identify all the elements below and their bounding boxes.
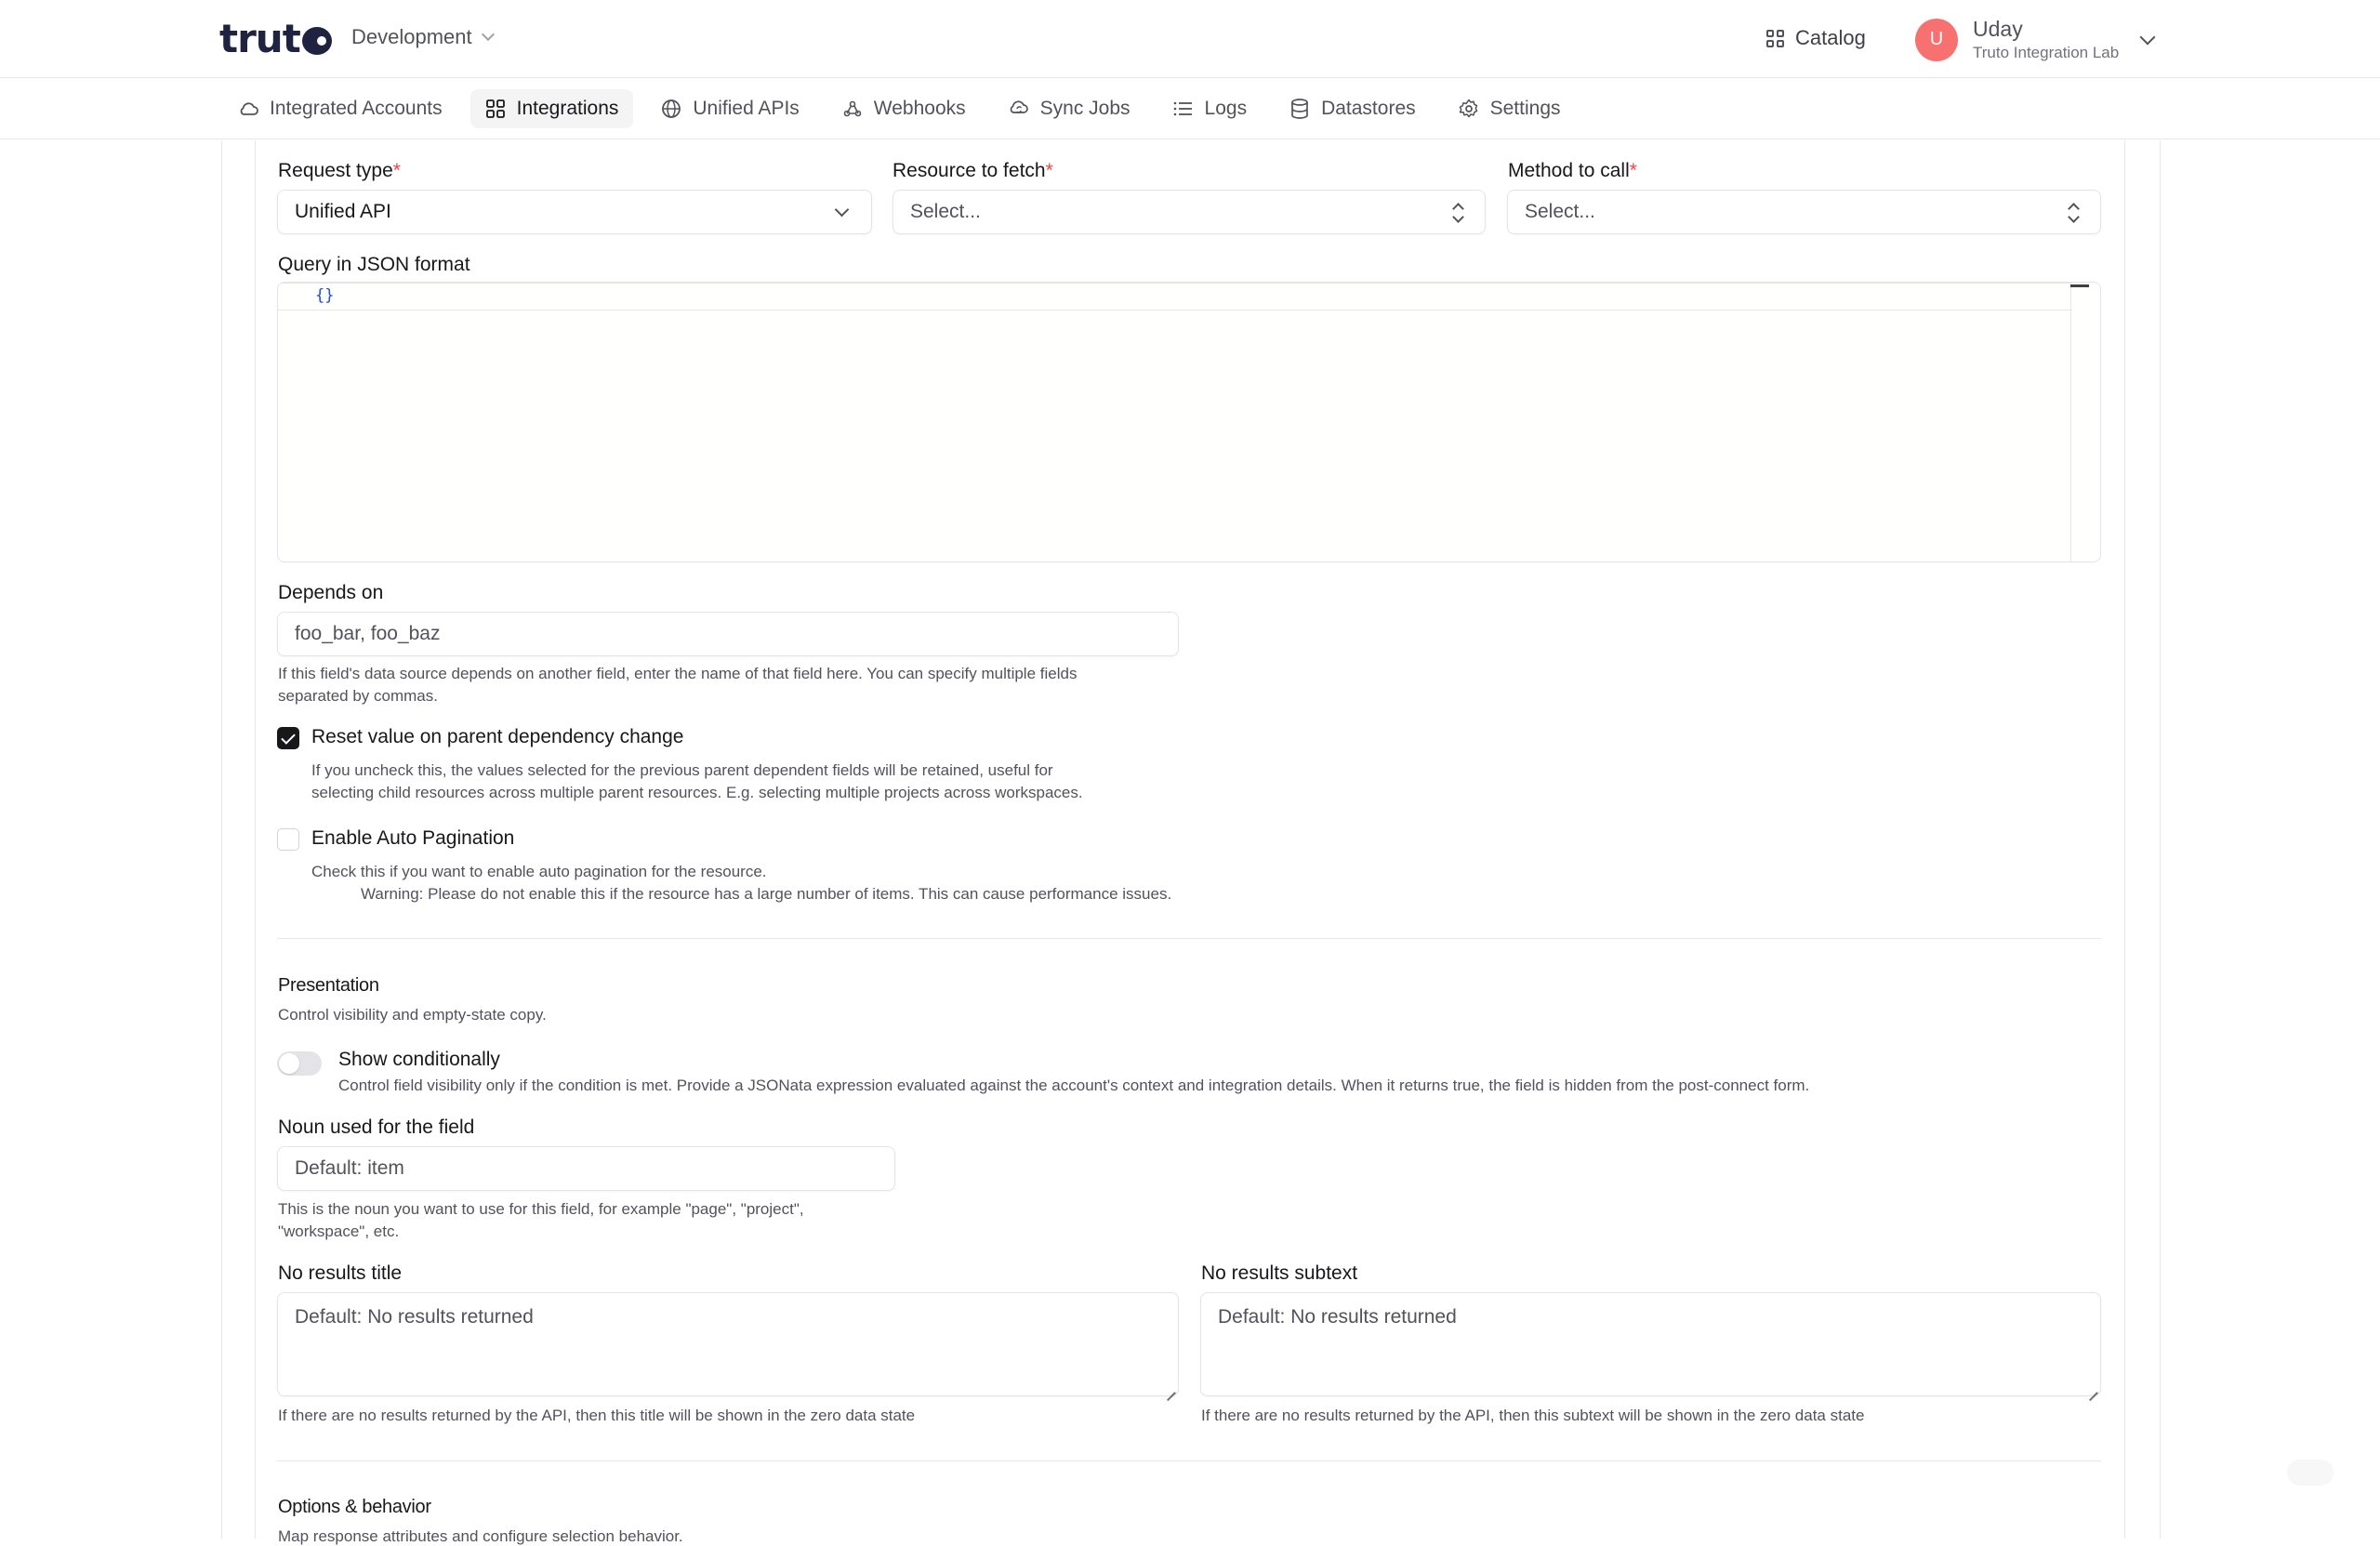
nav-item-label: Integrated Accounts: [270, 98, 443, 119]
show-conditionally-toggle[interactable]: [277, 1051, 322, 1076]
noun-input[interactable]: Default: item: [277, 1146, 895, 1191]
logo-text: trut: [219, 15, 301, 61]
request-type-value: Unified API: [295, 201, 391, 222]
no-results-subtext-help: If there are no results returned by the …: [1201, 1407, 1865, 1424]
webhook-icon: [842, 99, 863, 119]
editor-scrollbar[interactable]: [2070, 283, 2100, 562]
no-results-subtext-textarea[interactable]: Default: No results returned: [1200, 1292, 2101, 1396]
user-org: Truto Integration Lab: [1973, 44, 2120, 61]
nav-item-label: Sync Jobs: [1039, 98, 1130, 119]
floating-widget[interactable]: [2287, 1460, 2334, 1486]
environment-label: Development: [351, 25, 472, 48]
nav-item-integrations[interactable]: Integrations: [469, 89, 634, 128]
logo-mark-icon: [301, 27, 332, 55]
depends-on-label: Depends on: [278, 582, 384, 603]
database-icon: [1289, 99, 1310, 119]
divider: [277, 938, 2101, 939]
chevron-down-icon: [834, 202, 850, 218]
chevrons-up-down-icon: [2067, 202, 2080, 224]
nav-item-integrated-accounts[interactable]: Integrated Accounts: [223, 89, 457, 128]
environment-select[interactable]: Development: [351, 25, 495, 49]
resize-handle-icon[interactable]: [2088, 1383, 2097, 1393]
request-type-label: Request type*: [278, 160, 401, 181]
options-subtitle: Map response attributes and configure se…: [278, 1527, 683, 1545]
noun-placeholder: Default: item: [295, 1157, 404, 1179]
resource-select[interactable]: Select...: [892, 190, 1486, 234]
nav-item-label: Datastores: [1321, 98, 1416, 119]
no-results-title-label: No results title: [278, 1262, 403, 1284]
nav-item-label: Unified APIs: [693, 98, 800, 119]
nav-item-label: Webhooks: [873, 98, 966, 119]
resource-value: Select...: [910, 201, 981, 222]
resize-handle-icon[interactable]: [1166, 1383, 1175, 1393]
no-results-subtext-placeholder: Default: No results returned: [1218, 1306, 1457, 1328]
avatar: U: [1915, 18, 1958, 61]
sync-icon: [1009, 99, 1029, 119]
show-conditionally-help: Control field visibility only if the con…: [338, 1077, 1810, 1094]
reset-value-help: If you uncheck this, the values selected…: [311, 761, 1083, 801]
chevron-down-icon[interactable]: [2139, 29, 2156, 46]
user-name: Uday: [1973, 17, 2023, 41]
nav-item-webhooks[interactable]: Webhooks: [827, 89, 981, 128]
depends-on-input[interactable]: foo_bar, foo_baz: [277, 612, 1179, 656]
chevrons-up-down-icon: [1451, 202, 1464, 224]
grid-icon: [485, 99, 506, 119]
top-bar: trut Development Catalog U Uday Truto In…: [0, 0, 2380, 78]
main-nav: Integrated Accounts Integrations Unified…: [0, 78, 2380, 139]
nav-item-label: Settings: [1489, 98, 1561, 119]
nav-item-settings[interactable]: Settings: [1444, 89, 1576, 128]
query-json-editor[interactable]: {}: [277, 282, 2101, 562]
noun-label: Noun used for the field: [278, 1117, 475, 1138]
nav-item-datastores[interactable]: Datastores: [1275, 89, 1431, 128]
divider: [277, 1460, 2101, 1461]
scrollbar-thumb[interactable]: [2070, 284, 2089, 287]
show-conditionally-label: Show conditionally: [338, 1049, 500, 1070]
auto-pagination-checkbox[interactable]: [277, 828, 299, 851]
presentation-title: Presentation: [278, 975, 379, 996]
nav-item-sync-jobs[interactable]: Sync Jobs: [994, 89, 1145, 128]
reset-value-label[interactable]: Reset value on parent dependency change: [311, 726, 683, 748]
nav-item-label: Integrations: [516, 98, 619, 119]
options-title: Options & behavior: [278, 1497, 431, 1517]
no-results-title-textarea[interactable]: Default: No results returned: [277, 1292, 1179, 1396]
nav-item-label: Logs: [1204, 98, 1248, 119]
no-results-title-placeholder: Default: No results returned: [295, 1306, 534, 1328]
depends-on-placeholder: foo_bar, foo_baz: [295, 623, 441, 644]
nav-item-unified-apis[interactable]: Unified APIs: [646, 89, 813, 128]
reset-value-checkbox[interactable]: [277, 727, 299, 749]
truto-logo[interactable]: trut: [219, 15, 332, 61]
method-label: Method to call*: [1508, 160, 1637, 181]
grid-icon: [1766, 29, 1784, 47]
cloud-icon: [238, 99, 258, 119]
no-results-subtext-label: No results subtext: [1201, 1262, 1358, 1284]
user-menu[interactable]: U Uday Truto Integration Lab: [1915, 17, 2119, 62]
resource-label: Resource to fetch*: [892, 160, 1053, 181]
method-select[interactable]: Select...: [1507, 190, 2101, 234]
no-results-title-help: If there are no results returned by the …: [278, 1407, 916, 1424]
depends-on-help: If this field's data source depends on a…: [278, 665, 1078, 705]
auto-pagination-label[interactable]: Enable Auto Pagination: [311, 827, 514, 850]
catalog-button[interactable]: Catalog: [1766, 26, 1866, 50]
list-icon: [1173, 99, 1194, 119]
nav-item-logs[interactable]: Logs: [1158, 89, 1263, 128]
method-value: Select...: [1525, 201, 1595, 222]
query-label: Query in JSON format: [278, 254, 470, 275]
gear-icon: [1459, 99, 1479, 119]
request-type-select[interactable]: Unified API: [277, 190, 872, 234]
chevron-down-icon: [481, 27, 495, 42]
noun-help: This is the noun you want to use for thi…: [278, 1200, 804, 1240]
editor-content: {}: [315, 286, 335, 305]
globe-icon: [661, 99, 681, 119]
presentation-subtitle: Control visibility and empty-state copy.: [278, 1006, 547, 1024]
auto-pagination-help: Check this if you want to enable auto pa…: [311, 863, 1172, 903]
catalog-label: Catalog: [1795, 26, 1866, 49]
editor-active-line: [278, 283, 2072, 311]
